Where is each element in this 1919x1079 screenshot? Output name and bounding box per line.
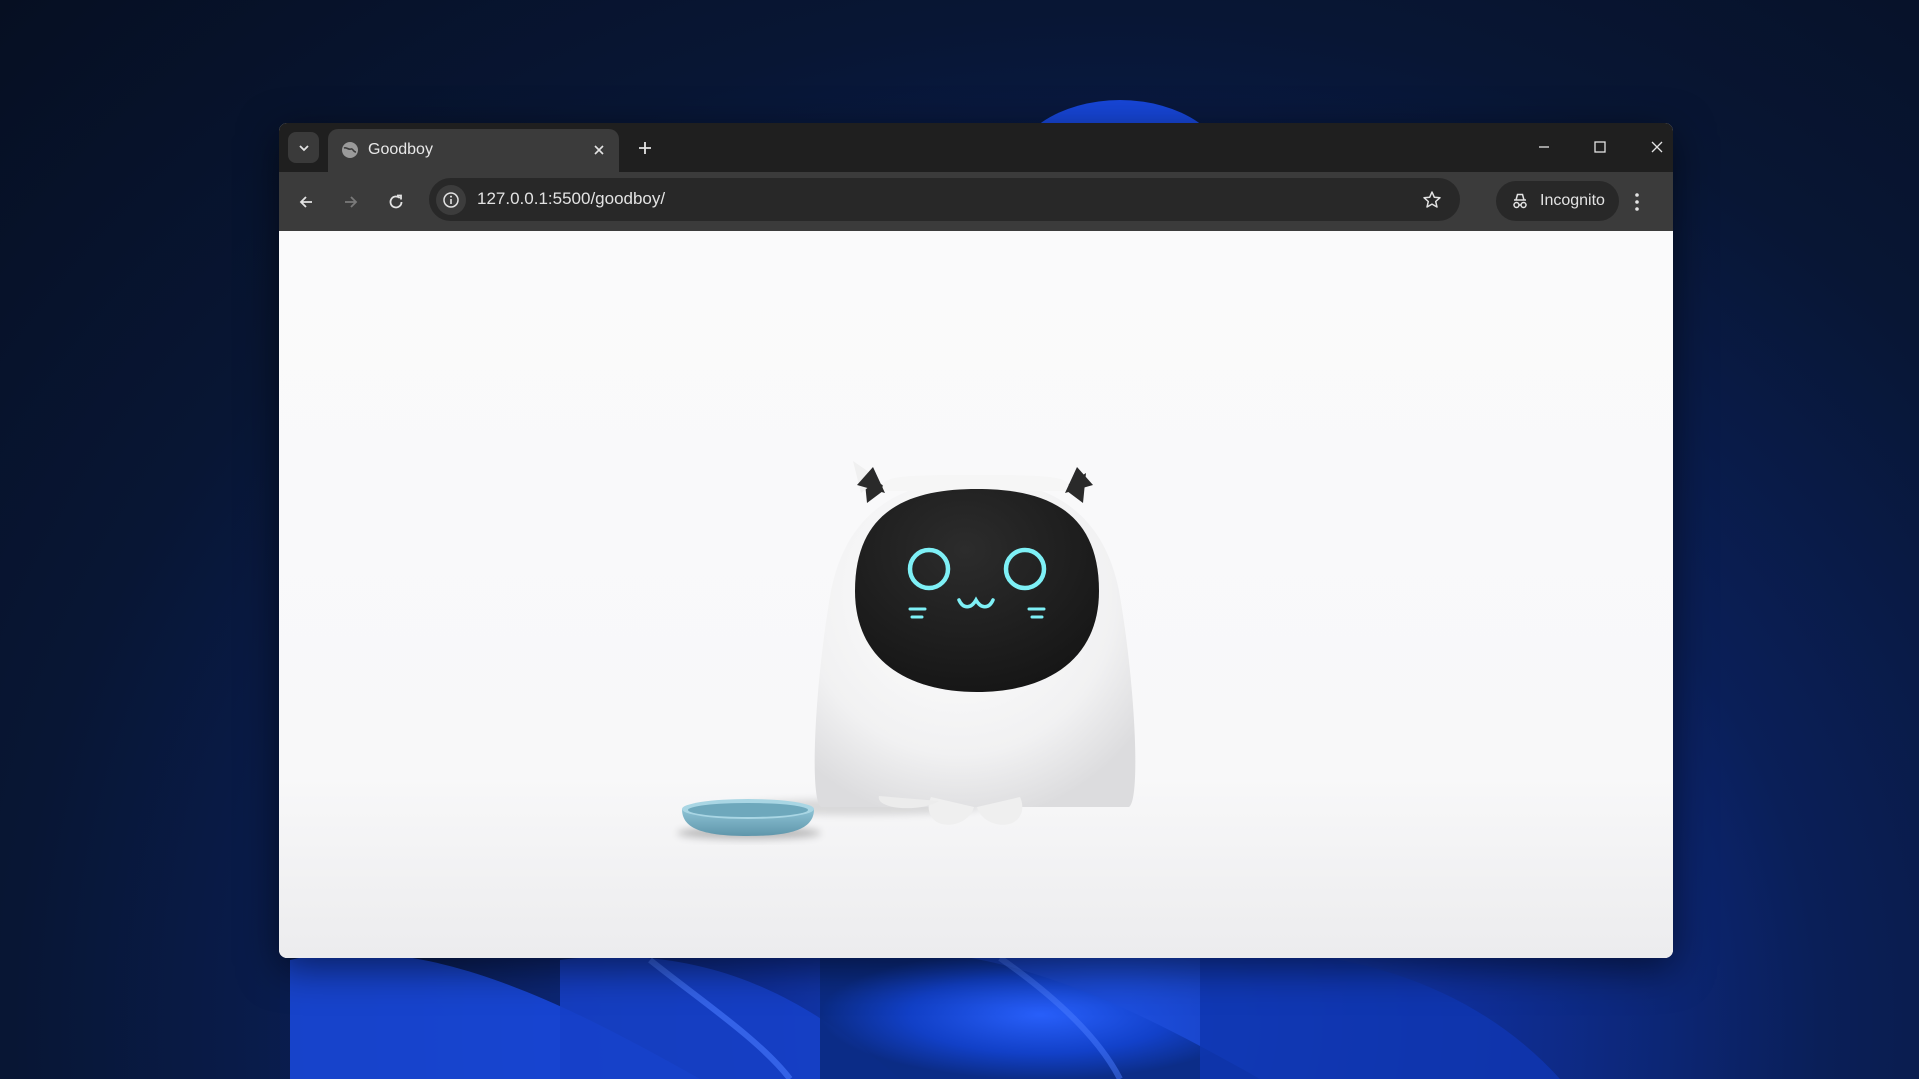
maximize-icon <box>1594 141 1606 153</box>
address-bar[interactable]: 127.0.0.1:5500/goodboy/ <box>429 178 1460 221</box>
browser-toolbar: 127.0.0.1:5500/goodboy/ Incognito <box>279 172 1673 231</box>
plus-icon <box>639 142 651 154</box>
minimize-button[interactable] <box>1532 135 1556 159</box>
close-icon <box>1651 141 1663 153</box>
globe-icon <box>342 142 358 158</box>
close-window-button[interactable] <box>1645 135 1669 159</box>
chevron-down-icon <box>298 144 309 151</box>
forward-button[interactable] <box>338 189 364 215</box>
back-button[interactable] <box>293 189 319 215</box>
url-text[interactable]: 127.0.0.1:5500/goodboy/ <box>477 189 665 209</box>
site-info-button[interactable] <box>436 185 466 215</box>
kebab-menu-icon <box>1635 193 1639 211</box>
info-icon <box>443 192 459 208</box>
arrow-left-icon <box>299 196 312 208</box>
maximize-button[interactable] <box>1588 135 1612 159</box>
bookmark-button[interactable] <box>1420 188 1444 212</box>
title-bar: Goodboy <box>279 123 1673 172</box>
food-bowl[interactable] <box>677 799 821 839</box>
minimize-icon <box>1539 146 1549 148</box>
close-icon <box>594 145 604 155</box>
arrow-right-icon <box>345 196 358 208</box>
incognito-profile-button[interactable]: Incognito <box>1496 181 1619 221</box>
tab-goodboy[interactable]: Goodboy <box>328 129 619 172</box>
new-tab-button[interactable] <box>633 136 657 160</box>
tab-close-button[interactable] <box>589 140 609 160</box>
star-icon <box>1423 191 1441 208</box>
tab-search-button[interactable] <box>288 132 319 163</box>
goodboy-scene <box>677 461 1136 839</box>
reload-icon <box>389 194 403 209</box>
page-content <box>279 231 1673 958</box>
incognito-icon <box>1513 193 1527 209</box>
cat-robot[interactable] <box>734 461 1136 825</box>
browser-menu-button[interactable] <box>1625 189 1649 215</box>
incognito-label: Incognito <box>1540 192 1605 209</box>
reload-button[interactable] <box>383 189 409 215</box>
tab-title: Goodboy <box>368 141 433 158</box>
browser-window: Goodboy 127.0.0.1:5500/goodboy/ Incognit… <box>279 123 1673 958</box>
